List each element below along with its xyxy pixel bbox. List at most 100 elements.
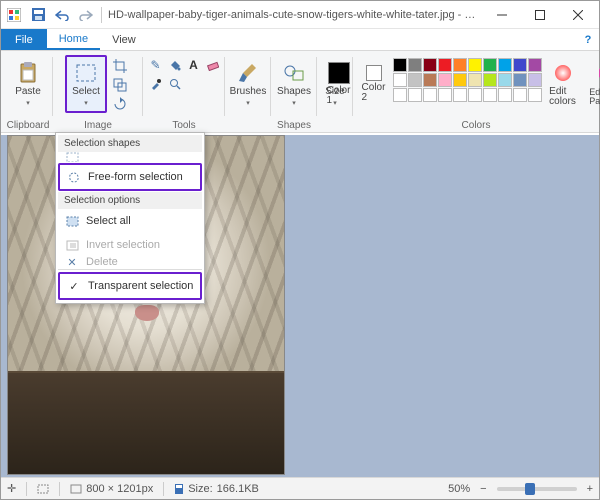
fill-icon[interactable] (166, 56, 184, 74)
dropdown-header-shapes: Selection shapes (58, 135, 202, 152)
clipboard-group: Paste ▾ Clipboard (3, 53, 53, 132)
palette-swatch[interactable] (453, 73, 467, 87)
clipboard-icon (16, 61, 40, 85)
window-title: HD-wallpaper-baby-tiger-animals-cute-sno… (104, 9, 483, 21)
palette-swatch[interactable] (483, 88, 497, 102)
text-icon[interactable]: A (185, 56, 203, 74)
color1-button[interactable]: Color 1 (323, 55, 355, 113)
palette-swatch[interactable] (528, 58, 542, 72)
select-all-icon (64, 213, 80, 229)
zoom-in-button[interactable]: + (587, 483, 593, 495)
selection-size (37, 484, 49, 494)
delete-item: ✕ Delete (58, 257, 202, 267)
crop-icon[interactable] (109, 57, 131, 75)
palette-swatch[interactable] (408, 58, 422, 72)
select-all-item[interactable]: Select all (58, 209, 202, 233)
palette-swatch[interactable] (498, 58, 512, 72)
checkmark-icon: ✓ (66, 278, 82, 294)
palette-swatch[interactable] (438, 73, 452, 87)
palette-swatch[interactable] (513, 73, 527, 87)
redo-icon[interactable] (75, 4, 97, 26)
invert-selection-item: Invert selection (58, 233, 202, 257)
view-tab[interactable]: View (100, 29, 148, 50)
help-icon[interactable]: ? (577, 29, 599, 50)
rectangular-selection-item[interactable] (58, 152, 202, 162)
shapes-group: Shapes ▾ Shapes (271, 53, 317, 132)
palette-swatch[interactable] (468, 88, 482, 102)
palette-swatch[interactable] (468, 73, 482, 87)
freeform-icon (66, 169, 82, 185)
close-button[interactable] (559, 1, 597, 29)
palette-swatch[interactable] (483, 73, 497, 87)
ribbon: Paste ▾ Clipboard Select ▾ Image ✎ A (1, 51, 599, 133)
home-tab[interactable]: Home (47, 29, 100, 50)
resize-icon[interactable] (109, 76, 131, 94)
color1-swatch (328, 62, 350, 84)
rect-select-icon (64, 152, 80, 162)
palette-swatch[interactable] (408, 73, 422, 87)
shapes-button[interactable]: Shapes ▾ (273, 53, 315, 115)
menu-bar: File Home View ? (1, 29, 599, 51)
minimize-button[interactable] (483, 1, 521, 29)
palette-swatch[interactable] (408, 88, 422, 102)
edit-colors-button[interactable]: Edit colors (545, 55, 581, 113)
palette-swatch[interactable] (393, 88, 407, 102)
cursor-icon: ✛ (7, 482, 16, 495)
palette-swatch[interactable] (528, 88, 542, 102)
maximize-button[interactable] (521, 1, 559, 29)
title-bar: HD-wallpaper-baby-tiger-animals-cute-sno… (1, 1, 599, 29)
pencil-icon[interactable]: ✎ (147, 56, 165, 74)
palette-swatch[interactable] (423, 58, 437, 72)
paint3d-button[interactable]: Edit with Paint 3D (584, 55, 600, 113)
picker-icon[interactable] (147, 75, 165, 93)
magnifier-icon[interactable] (166, 75, 184, 93)
canvas-dims: 800 × 1201px (70, 483, 153, 495)
palette-swatch[interactable] (513, 88, 527, 102)
color-palette[interactable] (393, 58, 542, 102)
colors-group: Color 1 Color 2 Edit colors Edit with Pa… (353, 53, 599, 132)
file-size: Size:166.1KB (174, 483, 259, 495)
palette-swatch[interactable] (393, 58, 407, 72)
palette-swatch[interactable] (498, 73, 512, 87)
palette-swatch[interactable] (438, 88, 452, 102)
palette-swatch[interactable] (438, 58, 452, 72)
palette-swatch[interactable] (453, 58, 467, 72)
zoom-slider[interactable] (497, 487, 577, 491)
invert-icon (64, 237, 80, 253)
rotate-icon[interactable] (109, 95, 131, 113)
color2-button[interactable]: Color 2 (358, 55, 390, 113)
quick-access-toolbar (3, 4, 104, 26)
palette-swatch[interactable] (528, 73, 542, 87)
palette-swatch[interactable] (513, 58, 527, 72)
undo-icon[interactable] (51, 4, 73, 26)
zoom-level: 50% (448, 483, 470, 495)
zoom-out-button[interactable]: − (480, 483, 486, 495)
select-dropdown: Selection shapes Free-form selection Sel… (55, 132, 205, 304)
brushes-button[interactable]: Brushes ▾ (227, 53, 269, 115)
tools-group: ✎ A Tools (143, 53, 225, 132)
delete-icon: ✕ (64, 257, 80, 267)
status-bar: ✛ 800 × 1201px Size:166.1KB 50% − + (1, 477, 599, 499)
dropdown-header-options: Selection options (58, 192, 202, 209)
palette-swatch[interactable] (423, 73, 437, 87)
palette-swatch[interactable] (468, 58, 482, 72)
select-icon (74, 61, 98, 85)
save-icon[interactable] (27, 4, 49, 26)
transparent-selection-item[interactable]: ✓ Transparent selection (60, 274, 200, 298)
palette-swatch[interactable] (498, 88, 512, 102)
edit-colors-icon (551, 61, 575, 85)
image-group: Select ▾ Image (53, 53, 143, 132)
freeform-highlight: Free-form selection (58, 163, 202, 191)
eraser-icon[interactable] (204, 56, 222, 74)
brushes-group: Brushes ▾ (225, 53, 271, 132)
palette-swatch[interactable] (453, 88, 467, 102)
palette-swatch[interactable] (483, 58, 497, 72)
palette-swatch[interactable] (423, 88, 437, 102)
freeform-selection-item[interactable]: Free-form selection (60, 165, 200, 189)
file-tab[interactable]: File (1, 29, 47, 50)
paste-button[interactable]: Paste ▾ (7, 53, 49, 115)
color2-swatch (366, 65, 382, 81)
brush-icon (236, 61, 260, 85)
palette-swatch[interactable] (393, 73, 407, 87)
select-button[interactable]: Select ▾ (65, 55, 107, 113)
